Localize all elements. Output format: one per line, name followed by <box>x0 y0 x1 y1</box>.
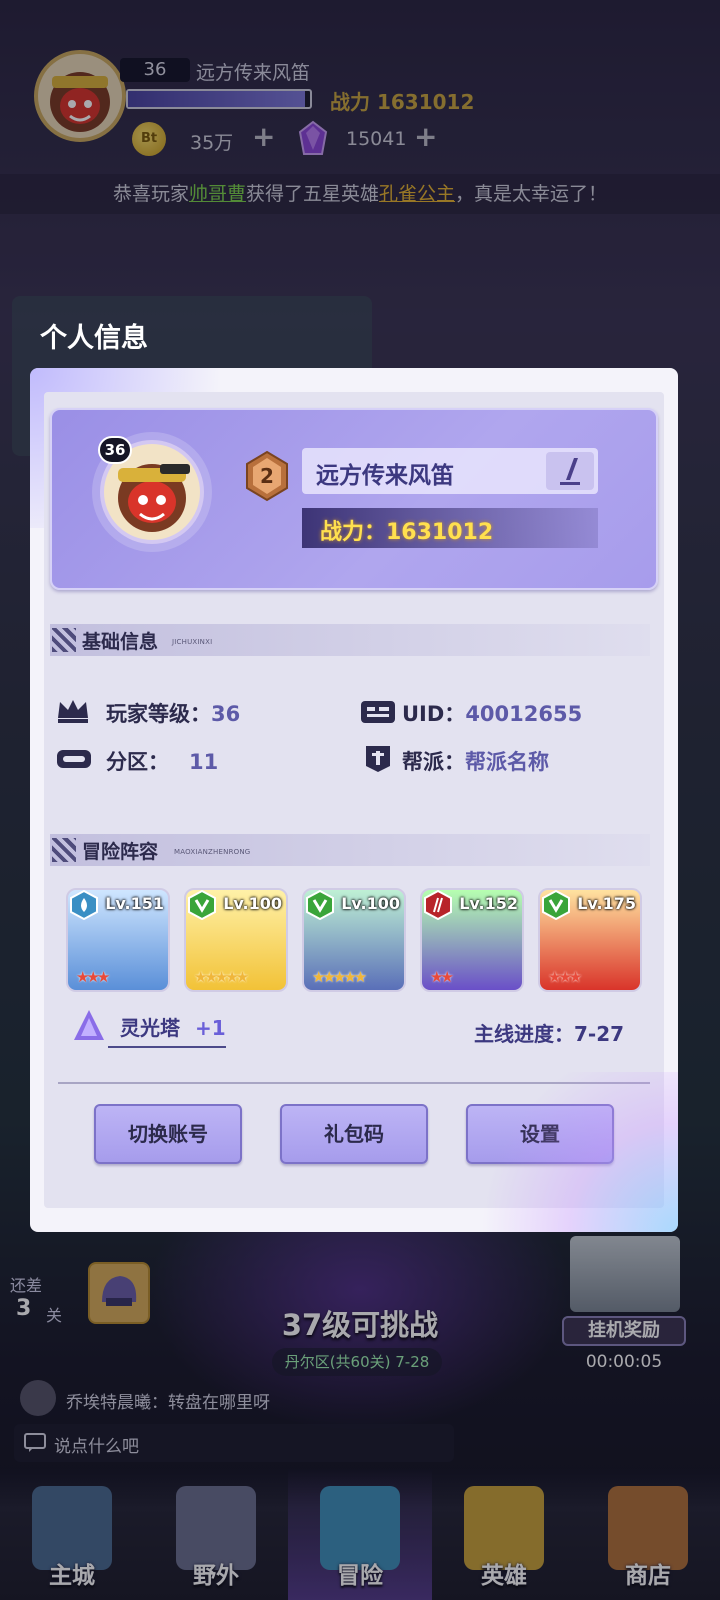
pencil-icon <box>560 458 580 485</box>
stripe-icon <box>52 628 76 652</box>
hero-card-1[interactable]: Lv.151 ★★★ <box>66 888 170 992</box>
tower-value: +1 <box>194 1016 226 1040</box>
hero-card-2[interactable]: Lv.100 ★★★★★ <box>184 888 288 992</box>
uid-row: UID：40012655 <box>402 698 582 728</box>
profile-card: 36 2 远方传来风笛 战力：1631012 <box>50 408 658 590</box>
stripe-icon <box>52 838 76 862</box>
profile-power: 战力：1631012 <box>320 520 494 545</box>
player-level-label: 玩家等级： <box>106 702 211 726</box>
lineup-header: 冒险阵容 MAOXIANZHENRONG <box>50 834 650 866</box>
hero-stars: ★★★★★ <box>312 968 367 986</box>
hero-level: Lv.100 <box>341 894 400 913</box>
profile-name: 远方传来风笛 <box>316 463 454 489</box>
nature-class-icon <box>542 890 570 920</box>
window-title: 个人信息 <box>40 323 148 354</box>
basic-info-title: 基础信息 <box>82 631 159 653</box>
nature-class-icon <box>188 890 216 920</box>
id-card-icon <box>361 701 395 723</box>
power-box: 战力：1631012 <box>302 508 598 548</box>
divider <box>58 1082 650 1084</box>
hero-card-3[interactable]: Lv.100 ★★★★★ <box>302 888 406 992</box>
hero-stars: ★★ <box>430 968 454 986</box>
hero-card-5[interactable]: Lv.175 ★★★ <box>538 888 642 992</box>
zone-label: 分区： <box>106 750 169 774</box>
gift-code-button[interactable]: 礼包码 <box>280 1104 428 1164</box>
hero-stars: ★★★★★ <box>194 968 249 986</box>
spirit-tower: 灵光塔 +1 <box>120 1012 226 1041</box>
player-level-value: 36 <box>211 702 241 726</box>
rank-number: 2 <box>260 464 274 488</box>
uid-label: UID： <box>402 702 466 726</box>
zone-row: 分区： 11 <box>106 746 218 776</box>
hero-level: Lv.175 <box>577 894 636 913</box>
player-level-row: 玩家等级：36 <box>106 698 240 728</box>
guild-row: 帮派：帮派名称 <box>402 746 549 776</box>
lineup-title: 冒险阵容 <box>82 841 159 863</box>
server-icon <box>57 750 91 768</box>
tower-label: 灵光塔 <box>120 1016 180 1040</box>
basic-info-subtitle: JICHUXINXI <box>172 638 213 646</box>
lineup-subtitle: MAOXIANZHENRONG <box>174 848 251 856</box>
water-class-icon <box>70 890 98 920</box>
guild-value[interactable]: 帮派名称 <box>465 750 549 774</box>
hero-level: Lv.100 <box>223 894 282 913</box>
avatar-level-badge: 36 <box>98 436 132 464</box>
tower-underline <box>108 1046 226 1048</box>
hero-stars: ★★★ <box>76 968 110 986</box>
basic-info-header: 基础信息 JICHUXINXI <box>50 624 650 656</box>
settings-button[interactable]: 设置 <box>466 1104 614 1164</box>
rank-badge-icon: 2 <box>246 450 288 502</box>
edit-name-button[interactable] <box>546 452 594 490</box>
uid-value: 40012655 <box>465 702 583 726</box>
guild-banner-icon <box>366 746 390 772</box>
switch-account-button[interactable]: 切换账号 <box>94 1104 242 1164</box>
hero-card-4[interactable]: Lv.152 ★★ <box>420 888 524 992</box>
guild-label: 帮派： <box>402 750 465 774</box>
hero-level: Lv.151 <box>105 894 164 913</box>
fire-class-icon <box>424 890 452 920</box>
profile-modal: 36 2 远方传来风笛 战力：1631012 基础信息 JICHUXINXI 玩… <box>30 368 678 1232</box>
zone-value: 11 <box>189 750 219 774</box>
modal-content: 36 2 远方传来风笛 战力：1631012 基础信息 JICHUXINXI 玩… <box>44 392 664 1208</box>
hero-level: Lv.152 <box>459 894 518 913</box>
spirit-tower-icon <box>74 1010 104 1040</box>
crown-icon <box>58 700 88 723</box>
nature-class-icon <box>306 890 334 920</box>
mainline-progress: 主线进度：7-27 <box>474 1022 625 1046</box>
name-box: 远方传来风笛 <box>302 448 598 494</box>
hero-stars: ★★★ <box>548 968 582 986</box>
